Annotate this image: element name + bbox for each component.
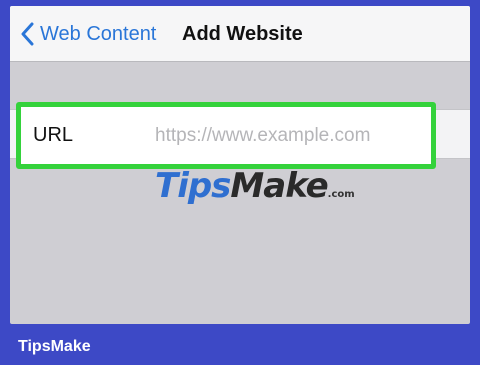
url-input[interactable] xyxy=(155,124,415,147)
page-title: Add Website xyxy=(182,23,303,45)
url-label: URL xyxy=(33,124,74,146)
navigation-bar: Web Content Add Website xyxy=(10,6,470,62)
url-row-highlighted[interactable]: URL xyxy=(16,102,436,169)
watermark-logo: TipsMake.com xyxy=(155,166,355,215)
watermark-make: Make xyxy=(230,166,328,206)
watermark-tips: Tips xyxy=(155,166,231,206)
chevron-left-icon xyxy=(20,22,34,46)
section-spacer xyxy=(10,62,470,106)
back-button[interactable]: Web Content xyxy=(20,22,156,46)
back-button-label: Web Content xyxy=(40,23,157,45)
footer-brand: TipsMake xyxy=(18,338,91,355)
screenshot-frame: Web Content Add Website URL TipsMake.com xyxy=(10,6,470,324)
watermark-com: .com xyxy=(327,189,355,200)
